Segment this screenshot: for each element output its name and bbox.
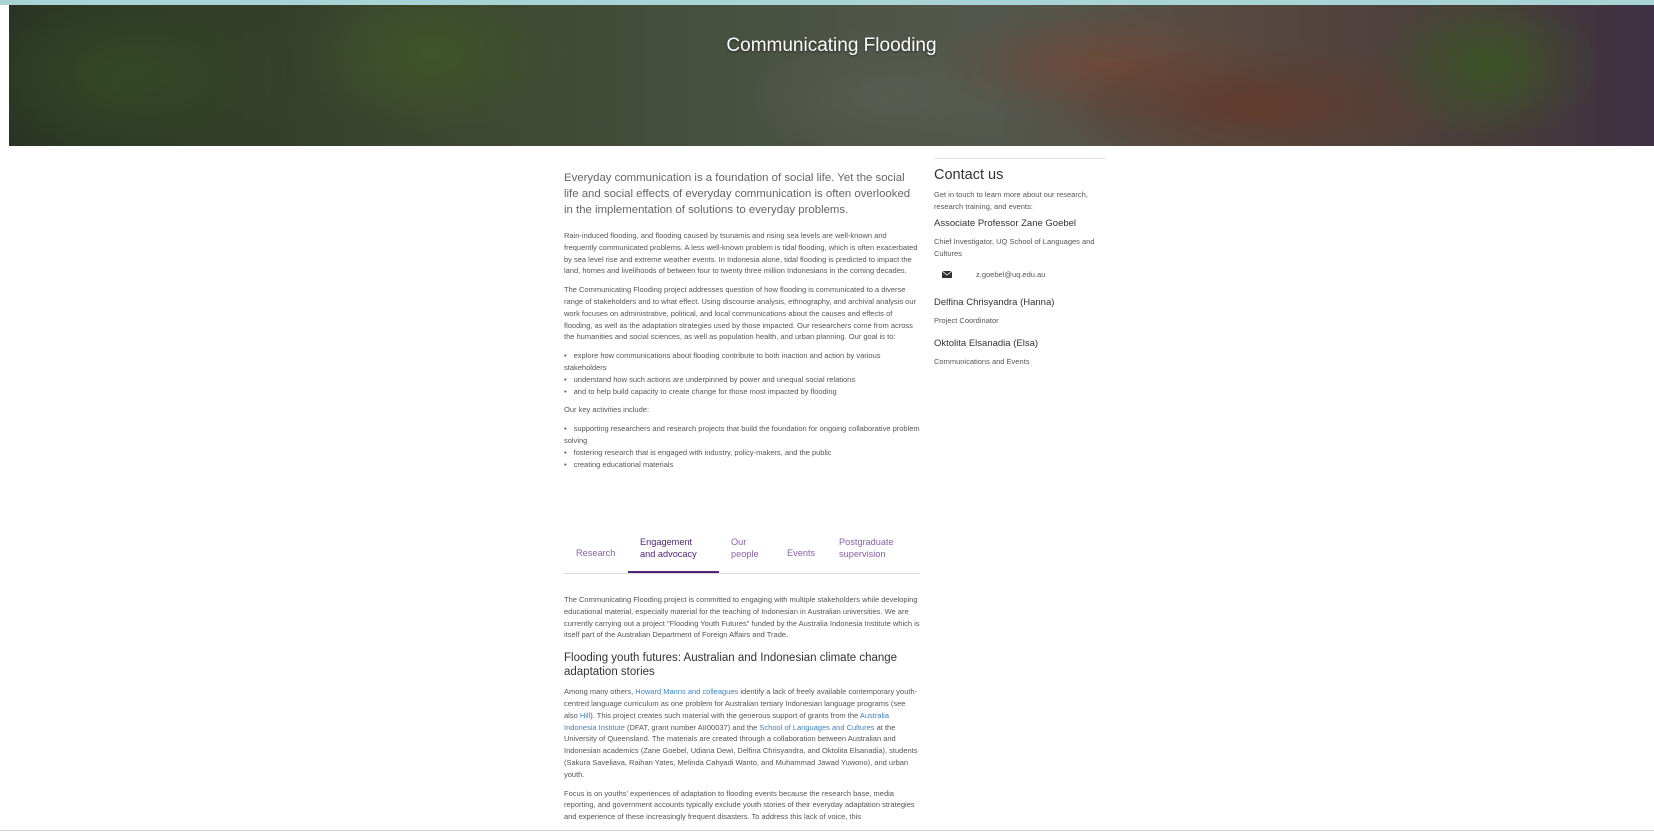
envelope-icon [942, 270, 952, 278]
tab-label: Events [787, 548, 816, 558]
list-item: fostering research that is engaged with … [564, 447, 920, 459]
tab-label: Engagement [640, 537, 693, 547]
tab-label: supervision [839, 548, 886, 559]
contact-heading: Contact us [934, 167, 1004, 183]
school-of-languages-link[interactable]: School of Languages and Cultures [759, 723, 874, 732]
tab-our-people[interactable]: Our people [731, 537, 759, 560]
contact-sidebar: Contact us Get in touch to learn more ab… [934, 158, 1106, 373]
hero-banner: Communicating Flooding [9, 5, 1654, 146]
page-title: Communicating Flooding [726, 34, 937, 56]
text: (DFAT, grant number AII00037) and the [624, 722, 760, 732]
tab-label: Research [576, 548, 616, 558]
tab-label: and advocacy [640, 548, 697, 559]
list-item: supporting researchers and research proj… [564, 423, 920, 447]
engagement-section: The Communicating Flooding project is co… [564, 594, 920, 830]
howard-manns-link[interactable]: Howard Manns and colleagues [635, 687, 738, 696]
list-item: understand how such actions are underpin… [564, 374, 920, 386]
engagement-paragraph-1: The Communicating Flooding project is co… [564, 595, 920, 640]
contact-email-row[interactable]: z.goebel@uq.edu.au [942, 265, 1106, 283]
contact-role: Project Coordinator [934, 316, 999, 325]
text: ). This project creates such material wi… [590, 710, 860, 720]
list-item: creating educational materials [564, 459, 920, 471]
contact-name: Oktolita Elsanadia (Elsa) [934, 337, 1039, 349]
section-heading: Flooding youth futures: Australian and I… [564, 652, 898, 679]
contact-name: Delfina Chrisyandra (Hanna) [934, 297, 1055, 308]
engagement-paragraph-3: Focus is on youths' experiences of adapt… [564, 788, 915, 822]
intro-paragraph-2: The Communicating Flooding project addre… [564, 285, 917, 342]
tab-label: people [731, 548, 759, 559]
contact-email[interactable]: z.goebel@uq.edu.au [976, 270, 1045, 279]
section-tabs: Research Engagement and advocacy Our peo… [564, 533, 920, 574]
contact-intro: Get in touch to learn more about our res… [934, 190, 1088, 211]
activities-intro: Our key activities include: [564, 405, 650, 415]
tab-postgraduate-supervision[interactable]: Postgraduate supervision [839, 537, 894, 560]
goals-list: explore how communications about floodin… [564, 350, 920, 397]
page-divider [0, 830, 1654, 831]
hero-image-overlay [9, 5, 1654, 146]
active-tab-indicator [628, 571, 719, 573]
tab-engagement-and-advocacy[interactable]: Engagement and advocacy [640, 537, 697, 560]
contact-name: Associate Professor Zane Goebel [934, 218, 1077, 229]
tab-events[interactable]: Events [787, 548, 815, 560]
main-content: Everyday communication is a foundation o… [564, 166, 920, 477]
tab-label: Postgraduate [839, 537, 894, 547]
tab-research[interactable]: Research [576, 548, 615, 560]
contact-role: Communications and Events [934, 356, 1030, 366]
text: Among many others, [564, 687, 636, 697]
contact-role: Chief Investigator, UQ School of Languag… [934, 237, 1095, 258]
list-item: and to help build capacity to create cha… [564, 386, 920, 398]
intro-lede: Everyday communication is a foundation o… [564, 172, 911, 216]
engagement-paragraph-2: Among many others, Howard Manns and coll… [564, 686, 920, 780]
activities-list: supporting researchers and research proj… [564, 423, 920, 470]
hill-link[interactable]: Hill [580, 711, 590, 720]
list-item: explore how communications about floodin… [564, 350, 920, 374]
intro-paragraph-1: Rain-induced flooding, and flooding caus… [564, 231, 918, 276]
tab-label: Our [731, 537, 747, 547]
